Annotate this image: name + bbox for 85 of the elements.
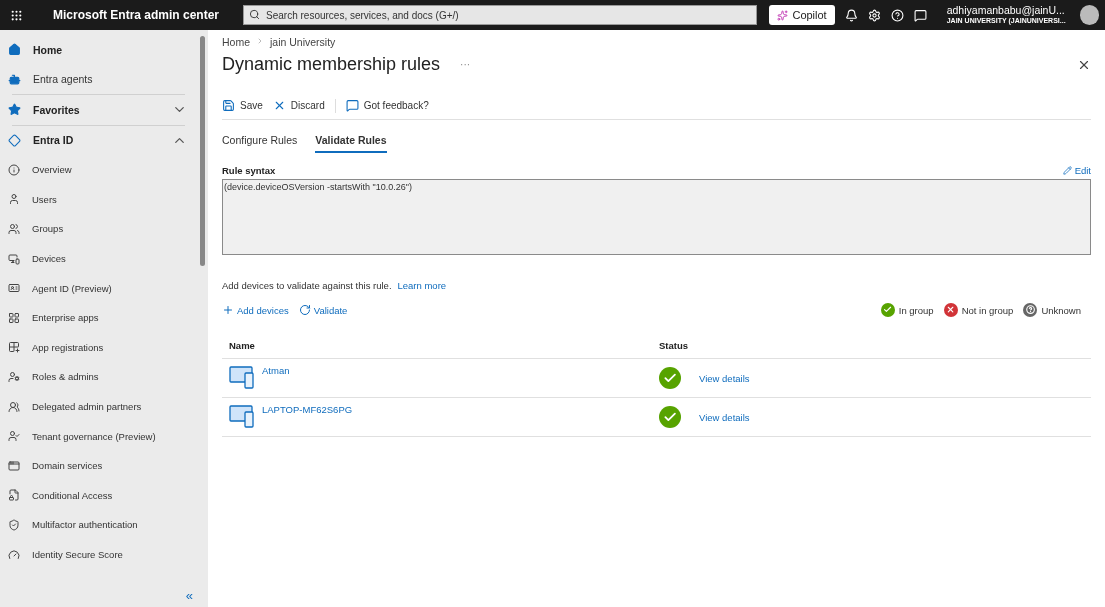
tab[interactable]: Validate Rules <box>315 130 387 153</box>
nav-item[interactable]: Users <box>0 184 197 215</box>
question-icon <box>1023 303 1038 317</box>
devices-icon <box>229 365 256 389</box>
user-name[interactable]: adhiyamanbabu@jainU... <box>946 5 1065 17</box>
nav-item[interactable]: Multifactor authentication <box>0 510 197 540</box>
nav-item[interactable]: Groups <box>0 214 197 244</box>
refresh-icon <box>298 304 311 316</box>
add-button[interactable]: Add devices <box>222 304 289 316</box>
feedback-button[interactable]: Got feedback? <box>345 97 429 114</box>
breadcrumb-link[interactable]: jain University <box>270 36 336 48</box>
column-header: Name <box>229 340 256 351</box>
help-icon[interactable] <box>890 8 904 22</box>
rule-syntax-field[interactable]: (device.deviceOSVersion -startsWith "10.0.26") <box>222 179 1091 255</box>
diamond-icon <box>8 133 21 147</box>
brand-title: Microsoft Entra admin center <box>53 8 220 22</box>
plus-icon <box>222 304 234 316</box>
nav-item[interactable]: Domain services <box>0 450 197 481</box>
tab[interactable]: Configure Rules <box>222 130 298 153</box>
grid-plus-icon <box>8 341 20 354</box>
field-label: Rule syntax <box>222 165 276 176</box>
nav-item[interactable]: App registrations <box>0 332 197 363</box>
user-check-icon <box>8 430 20 443</box>
edit-button[interactable]: Edit <box>1062 165 1091 176</box>
lock-file-icon <box>8 489 20 502</box>
view-details-link[interactable]: View details <box>699 411 750 423</box>
discard-button[interactable]: Discard <box>272 97 325 114</box>
save-button[interactable]: Save <box>222 97 263 114</box>
legend-label: Unknown <box>1041 304 1081 316</box>
shield-check-icon <box>8 518 20 531</box>
nav-item[interactable]: Agent ID (Preview) <box>0 273 197 303</box>
gauge-icon <box>8 548 20 561</box>
devices-icon <box>229 404 256 428</box>
grid-icon <box>8 311 20 324</box>
nav-item[interactable]: Devices <box>0 243 197 274</box>
robot-icon <box>8 72 21 86</box>
view-details-link[interactable]: View details <box>699 372 750 384</box>
sparkle-icon <box>777 9 789 21</box>
nav-item[interactable]: Home <box>0 35 197 65</box>
nav-item[interactable]: Conditional Access <box>0 480 197 511</box>
column-header: Status <box>659 340 690 351</box>
star-icon <box>8 103 21 117</box>
nav-item[interactable]: Entra ID <box>0 125 197 155</box>
legend-label: Not in group <box>961 304 1014 316</box>
search-field[interactable]: Search resources, services, and docs (G+/) <box>243 5 758 25</box>
pencil-icon <box>1062 166 1072 175</box>
nav-item[interactable]: Favorites <box>0 95 197 125</box>
avatar[interactable] <box>1079 5 1099 25</box>
feedback-icon[interactable] <box>913 8 927 22</box>
collapse-button[interactable]: « <box>185 588 193 603</box>
nav-item[interactable]: Delegated admin partners <box>0 391 197 422</box>
window-icon <box>8 459 20 472</box>
nav-item[interactable]: Overview <box>0 155 197 185</box>
cross-icon <box>943 303 958 317</box>
learn-more-link[interactable]: Learn more <box>397 280 447 291</box>
check-icon <box>880 303 895 317</box>
legend-label: In group <box>898 304 934 316</box>
user-gear-icon <box>8 370 20 383</box>
validate-button[interactable]: Validate <box>298 304 348 316</box>
page-title: Dynamic membership rules <box>222 54 441 75</box>
help-text: Add devices to validate against this rule. <box>222 280 392 291</box>
nav-item[interactable]: Enterprise apps <box>0 302 197 333</box>
home-icon <box>8 43 21 57</box>
info-icon <box>8 163 20 176</box>
user-icon <box>8 193 20 206</box>
device-link[interactable]: LAPTOP-MF62S6PG <box>262 404 353 436</box>
users-icon <box>8 223 20 235</box>
copilot-button[interactable]: Copilot <box>769 5 835 25</box>
devices-icon <box>8 252 20 265</box>
more-button[interactable]: ··· <box>454 58 477 71</box>
nav-item[interactable]: Roles & admins <box>0 362 197 392</box>
bell-icon[interactable] <box>844 8 858 22</box>
save-icon <box>222 99 235 112</box>
nav-item[interactable]: Entra agents <box>0 64 197 94</box>
id-card-icon <box>8 282 20 295</box>
nav-item[interactable]: Tenant governance (Preview) <box>0 421 197 451</box>
breadcrumb-link[interactable]: Home <box>222 36 250 48</box>
nav-item[interactable]: Identity Secure Score <box>0 539 197 570</box>
chat-icon <box>345 99 359 112</box>
app-launcher-icon[interactable] <box>10 8 23 22</box>
search-icon <box>249 9 261 20</box>
device-link[interactable]: Atman <box>262 365 290 397</box>
settings-icon[interactable] <box>867 8 881 22</box>
chevron-right-icon <box>256 37 264 45</box>
users-icon <box>8 400 20 413</box>
